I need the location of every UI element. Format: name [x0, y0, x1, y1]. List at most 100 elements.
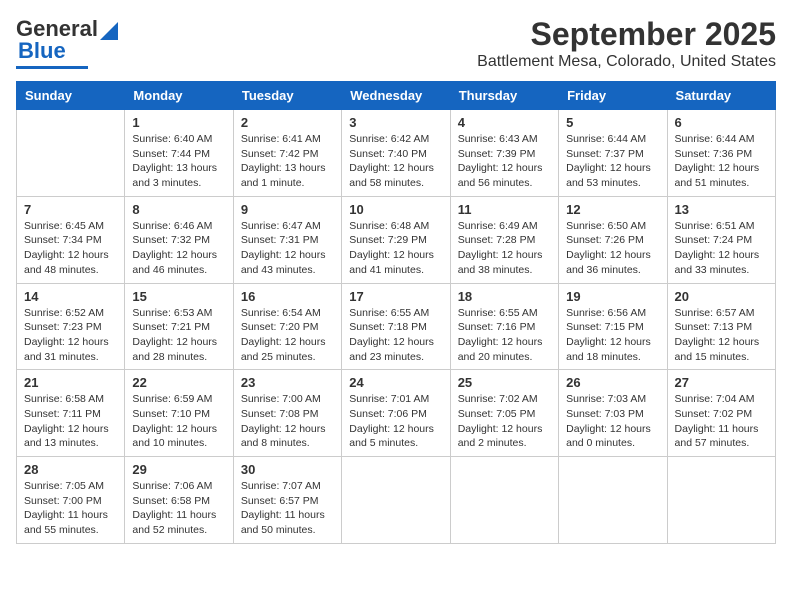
- day-info: Sunrise: 6:43 AM Sunset: 7:39 PM Dayligh…: [458, 132, 551, 191]
- calendar-cell: 20 Sunrise: 6:57 AM Sunset: 7:13 PM Dayli…: [667, 283, 775, 370]
- page-subtitle: Battlement Mesa, Colorado, United States: [477, 53, 776, 71]
- calendar-cell: 8Sunrise: 6:46 AM Sunset: 7:32 PM Daylig…: [125, 196, 233, 283]
- calendar-cell: 4 Sunrise: 6:43 AM Sunset: 7:39 PM Daylig…: [450, 110, 558, 197]
- day-info: Sunrise: 6:50 AM Sunset: 7:26 PM Dayligh…: [566, 219, 659, 278]
- weekday-header-row: SundayMondayTuesdayWednesdayThursdayFrid…: [17, 82, 776, 110]
- calendar-cell: 7 Sunrise: 6:45 AM Sunset: 7:34 PM Daylig…: [17, 196, 125, 283]
- calendar-cell: 24 Sunrise: 7:01 AM Sunset: 7:06 PM Dayli…: [342, 370, 450, 457]
- day-number: 3: [349, 115, 442, 130]
- calendar-cell: 26Sunrise: 7:03 AM Sunset: 7:03 PM Dayli…: [559, 370, 667, 457]
- day-info: Sunrise: 6:55 AM Sunset: 7:16 PM Dayligh…: [458, 306, 551, 365]
- day-number: 1: [132, 115, 225, 130]
- day-info: Sunrise: 6:44 AM Sunset: 7:37 PM Dayligh…: [566, 132, 659, 191]
- day-number: 22: [132, 375, 225, 390]
- day-info: Sunrise: 6:44 AM Sunset: 7:36 PM Dayligh…: [675, 132, 768, 191]
- logo-blue: Blue: [18, 38, 66, 63]
- day-number: 15: [132, 289, 225, 304]
- calendar-cell: 3 Sunrise: 6:42 AM Sunset: 7:40 PM Daylig…: [342, 110, 450, 197]
- calendar-table: SundayMondayTuesdayWednesdayThursdayFrid…: [16, 81, 776, 544]
- logo-underline: [16, 66, 88, 69]
- day-info: Sunrise: 6:53 AM Sunset: 7:21 PM Dayligh…: [132, 306, 225, 365]
- day-number: 2: [241, 115, 334, 130]
- day-info: Sunrise: 6:54 AM Sunset: 7:20 PM Dayligh…: [241, 306, 334, 365]
- day-number: 4: [458, 115, 551, 130]
- day-info: Sunrise: 6:56 AM Sunset: 7:15 PM Dayligh…: [566, 306, 659, 365]
- day-info: Sunrise: 7:07 AM Sunset: 6:57 PM Dayligh…: [241, 479, 334, 538]
- calendar-cell: 6 Sunrise: 6:44 AM Sunset: 7:36 PM Daylig…: [667, 110, 775, 197]
- weekday-header-sunday: Sunday: [17, 82, 125, 110]
- logo: General Blue: [16, 16, 118, 69]
- day-info: Sunrise: 7:04 AM Sunset: 7:02 PM Dayligh…: [675, 392, 768, 451]
- weekday-header-monday: Monday: [125, 82, 233, 110]
- weekday-header-friday: Friday: [559, 82, 667, 110]
- calendar-cell: 11 Sunrise: 6:49 AM Sunset: 7:28 PM Dayli…: [450, 196, 558, 283]
- day-info: Sunrise: 7:06 AM Sunset: 6:58 PM Dayligh…: [132, 479, 225, 538]
- calendar-cell: 21Sunrise: 6:58 AM Sunset: 7:11 PM Dayli…: [17, 370, 125, 457]
- day-info: Sunrise: 6:42 AM Sunset: 7:40 PM Dayligh…: [349, 132, 442, 191]
- day-number: 10: [349, 202, 442, 217]
- day-info: Sunrise: 6:58 AM Sunset: 7:11 PM Dayligh…: [24, 392, 117, 451]
- title-block: September 2025 Battlement Mesa, Colorado…: [477, 16, 776, 71]
- day-number: 17: [349, 289, 442, 304]
- day-number: 29: [132, 462, 225, 477]
- calendar-cell: 13Sunrise: 6:51 AM Sunset: 7:24 PM Dayli…: [667, 196, 775, 283]
- calendar-cell: 15 Sunrise: 6:53 AM Sunset: 7:21 PM Dayli…: [125, 283, 233, 370]
- day-info: Sunrise: 7:00 AM Sunset: 7:08 PM Dayligh…: [241, 392, 334, 451]
- calendar-cell: [17, 110, 125, 197]
- day-number: 5: [566, 115, 659, 130]
- day-info: Sunrise: 6:45 AM Sunset: 7:34 PM Dayligh…: [24, 219, 117, 278]
- page-header: General Blue September 2025 Battlement M…: [16, 16, 776, 71]
- day-number: 23: [241, 375, 334, 390]
- day-number: 26: [566, 375, 659, 390]
- day-info: Sunrise: 6:52 AM Sunset: 7:23 PM Dayligh…: [24, 306, 117, 365]
- day-info: Sunrise: 6:48 AM Sunset: 7:29 PM Dayligh…: [349, 219, 442, 278]
- calendar-cell: 28Sunrise: 7:05 AM Sunset: 7:00 PM Dayli…: [17, 457, 125, 544]
- calendar-cell: [559, 457, 667, 544]
- calendar-cell: 25Sunrise: 7:02 AM Sunset: 7:05 PM Dayli…: [450, 370, 558, 457]
- day-number: 19: [566, 289, 659, 304]
- calendar-cell: 10 Sunrise: 6:48 AM Sunset: 7:29 PM Dayli…: [342, 196, 450, 283]
- page-title: September 2025: [477, 16, 776, 53]
- calendar-cell: 29 Sunrise: 7:06 AM Sunset: 6:58 PM Dayli…: [125, 457, 233, 544]
- calendar-week-3: 14 Sunrise: 6:52 AM Sunset: 7:23 PM Dayli…: [17, 283, 776, 370]
- day-number: 8: [132, 202, 225, 217]
- calendar-cell: 12Sunrise: 6:50 AM Sunset: 7:26 PM Dayli…: [559, 196, 667, 283]
- calendar-cell: 16Sunrise: 6:54 AM Sunset: 7:20 PM Dayli…: [233, 283, 341, 370]
- calendar-cell: 5 Sunrise: 6:44 AM Sunset: 7:37 PM Daylig…: [559, 110, 667, 197]
- day-info: Sunrise: 6:47 AM Sunset: 7:31 PM Dayligh…: [241, 219, 334, 278]
- day-info: Sunrise: 6:57 AM Sunset: 7:13 PM Dayligh…: [675, 306, 768, 365]
- day-number: 9: [241, 202, 334, 217]
- day-number: 7: [24, 202, 117, 217]
- day-info: Sunrise: 6:51 AM Sunset: 7:24 PM Dayligh…: [675, 219, 768, 278]
- calendar-cell: 19 Sunrise: 6:56 AM Sunset: 7:15 PM Dayli…: [559, 283, 667, 370]
- weekday-header-saturday: Saturday: [667, 82, 775, 110]
- calendar-cell: 22 Sunrise: 6:59 AM Sunset: 7:10 PM Dayli…: [125, 370, 233, 457]
- day-number: 30: [241, 462, 334, 477]
- day-info: Sunrise: 6:55 AM Sunset: 7:18 PM Dayligh…: [349, 306, 442, 365]
- day-number: 25: [458, 375, 551, 390]
- weekday-header-tuesday: Tuesday: [233, 82, 341, 110]
- day-info: Sunrise: 6:59 AM Sunset: 7:10 PM Dayligh…: [132, 392, 225, 451]
- day-info: Sunrise: 6:40 AM Sunset: 7:44 PM Dayligh…: [132, 132, 225, 191]
- calendar-cell: 18 Sunrise: 6:55 AM Sunset: 7:16 PM Dayli…: [450, 283, 558, 370]
- day-number: 24: [349, 375, 442, 390]
- calendar-week-4: 21Sunrise: 6:58 AM Sunset: 7:11 PM Dayli…: [17, 370, 776, 457]
- day-number: 28: [24, 462, 117, 477]
- calendar-cell: [342, 457, 450, 544]
- day-number: 20: [675, 289, 768, 304]
- day-number: 18: [458, 289, 551, 304]
- day-number: 11: [458, 202, 551, 217]
- day-number: 27: [675, 375, 768, 390]
- weekday-header-thursday: Thursday: [450, 82, 558, 110]
- logo-icon: [100, 22, 118, 40]
- day-info: Sunrise: 7:01 AM Sunset: 7:06 PM Dayligh…: [349, 392, 442, 451]
- day-info: Sunrise: 6:49 AM Sunset: 7:28 PM Dayligh…: [458, 219, 551, 278]
- day-number: 14: [24, 289, 117, 304]
- calendar-week-2: 7 Sunrise: 6:45 AM Sunset: 7:34 PM Daylig…: [17, 196, 776, 283]
- calendar-week-1: 1 Sunrise: 6:40 AM Sunset: 7:44 PM Daylig…: [17, 110, 776, 197]
- calendar-cell: 14 Sunrise: 6:52 AM Sunset: 7:23 PM Dayli…: [17, 283, 125, 370]
- calendar-cell: 2Sunrise: 6:41 AM Sunset: 7:42 PM Daylig…: [233, 110, 341, 197]
- calendar-cell: [450, 457, 558, 544]
- day-number: 6: [675, 115, 768, 130]
- calendar-cell: 17 Sunrise: 6:55 AM Sunset: 7:18 PM Dayli…: [342, 283, 450, 370]
